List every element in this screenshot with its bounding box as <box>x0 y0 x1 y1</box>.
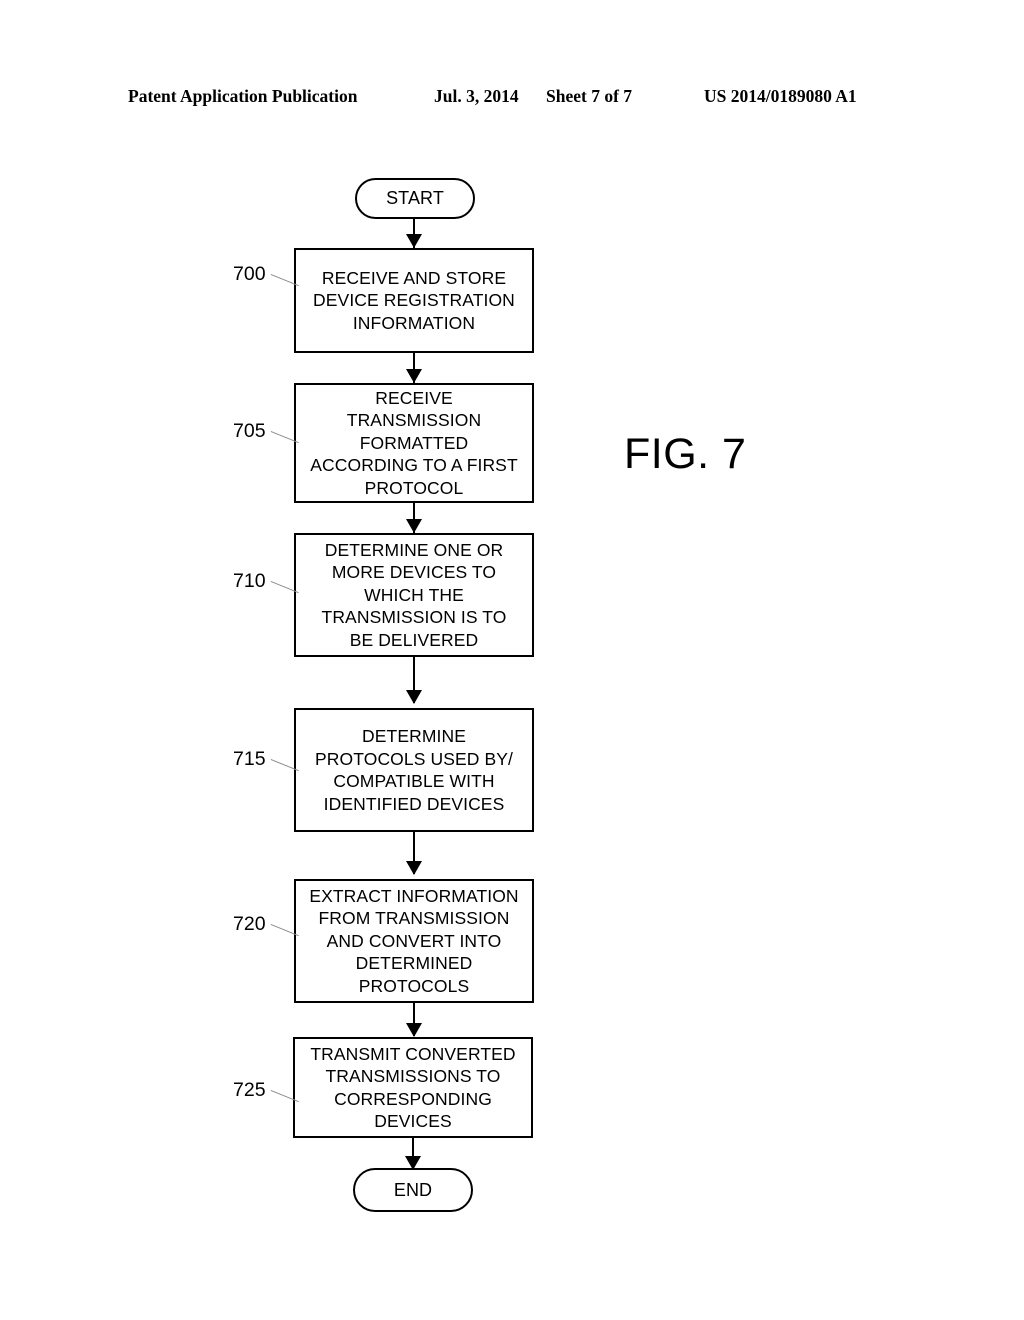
step-720-line-3: AND CONVERT INTO <box>326 930 502 951</box>
step-720-line-1: EXTRACT INFORMATION <box>309 885 519 906</box>
step-720-line-2: FROM TRANSMISSION <box>318 908 510 929</box>
step-710-line-3: WHICH THE <box>364 584 464 605</box>
flowchart-step-700: RECEIVE AND STORE DEVICE REGISTRATION IN… <box>294 248 534 353</box>
step-720-line-4: DETERMINED <box>355 953 473 974</box>
arrowhead-700-to-705 <box>406 369 422 383</box>
step-715-line-2: PROTOCOLS USED BY/ <box>315 748 513 769</box>
flowchart-step-715: DETERMINE PROTOCOLS USED BY/ COMPATIBLE … <box>294 708 534 832</box>
reference-numeral-725: 725 <box>233 1079 266 1101</box>
step-705-line-4: ACCORDING TO A FIRST <box>310 455 518 476</box>
step-725-line-1: TRANSMIT CONVERTED <box>310 1043 516 1064</box>
reference-numeral-715: 715 <box>233 748 266 770</box>
end-terminal-label: END <box>393 1179 433 1200</box>
reference-numeral-700: 700 <box>233 263 266 285</box>
step-715-line-3: COMPATIBLE WITH <box>333 771 495 791</box>
step-700-line-1: RECEIVE AND STORE <box>321 267 507 288</box>
step-700-line-3: INFORMATION <box>352 312 476 333</box>
header-patent-number: US 2014/0189080 A1 <box>704 86 857 106</box>
header-publication-date: Jul. 3, 2014 <box>434 86 519 106</box>
step-710-line-4: TRANSMISSION IS TO <box>321 607 507 628</box>
step-725-line-2: TRANSMISSIONS TO <box>325 1066 501 1086</box>
step-715-line-1: DETERMINE <box>362 726 466 746</box>
arrowhead-start-to-700 <box>406 234 422 248</box>
flowchart-step-705: RECEIVE TRANSMISSION FORMATTED ACCORDING… <box>294 383 534 503</box>
header-sheet-number: Sheet 7 of 7 <box>546 86 633 106</box>
reference-numeral-710: 710 <box>233 570 266 592</box>
header-publication-title: Patent Application Publication <box>128 86 358 106</box>
arrowhead-715-to-720 <box>406 861 422 875</box>
step-710-line-1: DETERMINE ONE OR <box>324 539 504 560</box>
step-705-line-3: FORMATTED <box>359 432 469 453</box>
flowchart-step-725: TRANSMIT CONVERTED TRANSMISSIONS TO CORR… <box>293 1037 533 1138</box>
page-header: Patent Application Publication Jul. 3, 2… <box>128 86 896 112</box>
step-715-line-4: IDENTIFIED DEVICES <box>323 793 505 814</box>
arrowhead-710-to-715 <box>406 690 422 704</box>
figure-label: FIG. 7 <box>624 430 747 478</box>
step-705-line-5: PROTOCOL <box>364 477 464 498</box>
step-705-line-2: TRANSMISSION <box>346 410 482 431</box>
start-terminal-label: START <box>386 188 444 209</box>
patent-figure-page: Patent Application Publication Jul. 3, 2… <box>0 0 1024 1320</box>
arrowhead-705-to-710 <box>406 519 422 533</box>
flowchart-end-terminal: END <box>353 1168 473 1212</box>
step-710-line-5: BE DELIVERED <box>349 629 479 650</box>
step-720-line-5: PROTOCOLS <box>358 975 470 996</box>
step-725-line-3: CORRESPONDING <box>334 1088 492 1109</box>
step-705-line-1: RECEIVE <box>375 387 453 408</box>
flowchart-step-710: DETERMINE ONE OR MORE DEVICES TO WHICH T… <box>294 533 534 657</box>
step-710-line-2: MORE DEVICES TO <box>331 562 497 583</box>
flowchart-step-720: EXTRACT INFORMATION FROM TRANSMISSION AN… <box>294 879 534 1003</box>
reference-numeral-720: 720 <box>233 913 266 935</box>
step-700-line-2: DEVICE REGISTRATION <box>313 290 515 311</box>
reference-numeral-705: 705 <box>233 420 266 442</box>
flowchart-start-terminal: START <box>355 178 475 219</box>
step-725-line-4: DEVICES <box>374 1111 452 1131</box>
arrowhead-720-to-725 <box>406 1023 422 1037</box>
